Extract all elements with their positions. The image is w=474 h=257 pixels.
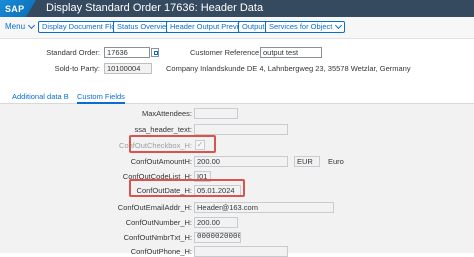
custom-fields-panel: MaxAttendees: ssa_header_text: ConfOutCh… [0, 104, 474, 257]
conf-out-phone-label: ConfOutPhone_H: [130, 247, 192, 256]
conf-out-email-field[interactable]: Header@163.com [194, 202, 334, 213]
services-for-object-label: Services for Object [269, 22, 333, 31]
conf-out-email-label: ConfOutEmailAddr_H: [117, 203, 192, 212]
menu-label: Menu [5, 22, 26, 31]
menu-button[interactable]: Menu [5, 21, 36, 33]
sap-logo[interactable]: SAP [0, 0, 36, 17]
conf-out-nmbr-txt-field[interactable]: 0000020000 [194, 232, 241, 243]
chevron-down-icon [27, 21, 36, 30]
conf-out-amount-field[interactable]: 200.00 [194, 156, 288, 167]
customer-reference-label: Customer Reference: [190, 48, 262, 57]
customer-reference-field[interactable]: output test [260, 47, 322, 58]
tab-additional-data-b[interactable]: Additional data B [12, 91, 69, 102]
max-attendees-field[interactable] [194, 108, 238, 119]
toolbar: Menu Display Document Flow Status Overvi… [0, 17, 474, 39]
conf-out-phone-field[interactable] [194, 246, 288, 257]
tab-strip: Additional data B Custom Fields [0, 89, 474, 104]
sold-to-party-label: Sold-to Party: [54, 64, 100, 73]
sold-to-party-field[interactable]: 10100004 [104, 63, 152, 74]
ssa-header-text-field[interactable] [194, 124, 288, 135]
services-for-object-button[interactable]: Services for Object [265, 21, 346, 33]
standard-order-field[interactable]: 17636 [104, 47, 150, 58]
conf-out-number-label: ConfOutNumber_H: [125, 218, 192, 227]
conf-out-amount-currency-text: Euro [328, 157, 344, 166]
display-document-flow-button[interactable]: Display Document Flow [38, 21, 125, 33]
highlight-checkbox-frame [129, 135, 216, 153]
shell-header: SAP Display Standard Order 17636: Header… [0, 0, 474, 17]
standard-order-label: Standard Order: [46, 48, 100, 57]
logo-text: SAP [5, 3, 25, 14]
output-button[interactable]: Output [238, 21, 269, 33]
max-attendees-label: MaxAttendees: [141, 109, 192, 118]
value-help-icon[interactable] [151, 48, 159, 57]
sold-to-party-description: Company Inlandskunde DE 4, Lahnbergweg 2… [166, 64, 411, 73]
conf-out-amount-currency-field[interactable]: EUR [294, 156, 320, 167]
chevron-down-icon [335, 21, 343, 30]
highlight-date-frame [129, 179, 245, 197]
conf-out-amount-label: ConfOutAmountH: [130, 157, 192, 166]
conf-out-nmbr-txt-label: ConfOutNmbrTxt_H: [123, 233, 192, 242]
tab-custom-fields[interactable]: Custom Fields [77, 91, 125, 104]
page-title: Display Standard Order 17636: Header Dat… [46, 2, 264, 14]
ssa-header-text-label: ssa_header_text: [134, 125, 192, 134]
conf-out-number-field[interactable]: 200.00 [194, 217, 238, 228]
